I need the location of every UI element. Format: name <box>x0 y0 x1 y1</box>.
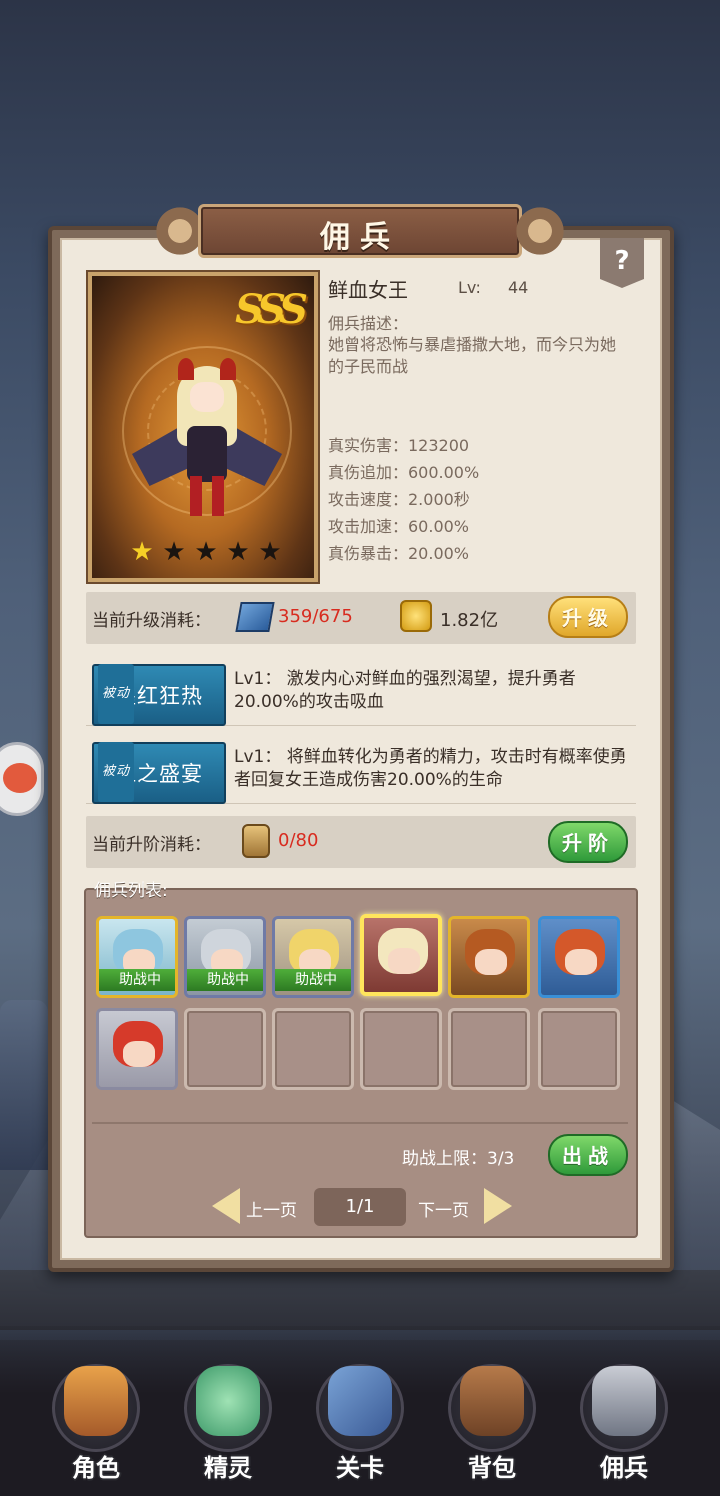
empty-slot <box>184 1008 266 1090</box>
help-button[interactable]: ? <box>600 238 644 288</box>
nav-item-spirit[interactable]: 精灵 <box>168 1348 288 1488</box>
assist-badge: 助战中 <box>187 969 263 991</box>
prev-arrow-icon[interactable] <box>212 1188 240 1224</box>
nav-label: 关卡 <box>336 1454 384 1482</box>
assist-limit-label: 助战上限：3/3 <box>402 1149 515 1169</box>
empty-slot <box>272 1008 354 1090</box>
skill-description: Lv1： 将鲜血转化为勇者的精力，攻击时有概率使勇者回复女王造成伤害20.00%… <box>234 747 627 790</box>
portrait-face <box>565 949 597 975</box>
level-value: 44 <box>508 278 529 297</box>
mercenary-slot[interactable]: 助战中 <box>184 916 266 998</box>
advance-button[interactable]: 升阶 <box>548 821 628 863</box>
horn-right <box>220 358 236 380</box>
mercenary-slot-selected[interactable] <box>360 914 442 996</box>
advance-cost-value: 0/80 <box>278 830 319 851</box>
list-divider <box>92 1122 628 1124</box>
star-rating: ★ ★ ★ ★ ★ <box>128 538 284 566</box>
hero-leg-left <box>190 476 202 516</box>
mercenary-slot[interactable] <box>448 916 530 998</box>
skill-book-icon <box>235 602 275 632</box>
nav-item-mercenary[interactable]: 佣兵 <box>564 1348 684 1488</box>
passive-tag: 被动 <box>98 664 135 724</box>
background-ground <box>0 1270 720 1330</box>
empty-slot <box>360 1008 442 1090</box>
deploy-button[interactable]: 出战 <box>548 1134 628 1176</box>
nav-item-character[interactable]: 角色 <box>36 1348 156 1488</box>
nav-label: 精灵 <box>204 1454 252 1482</box>
skill-description: Lv1： 激发内心对鲜血的强烈渴望，提升勇者20.00%的攻击吸血 <box>234 669 576 712</box>
bottom-nav: 角色 精灵 关卡 背包 佣兵 <box>0 1326 720 1496</box>
skill-button-1[interactable]: 被动 猩红狂热 <box>92 664 226 726</box>
mercenary-slot[interactable] <box>96 1008 178 1090</box>
next-page-button[interactable]: 下一页 <box>418 1196 469 1221</box>
mercenary-slot[interactable]: 助战中 <box>96 916 178 998</box>
fox-mascot-icon <box>3 763 37 793</box>
description-label: 佣兵描述： <box>328 314 409 333</box>
star-empty-icon: ★ <box>194 537 218 567</box>
skill-button-2[interactable]: 被动 血之盛宴 <box>92 742 226 804</box>
slime-spirit-icon <box>196 1366 260 1436</box>
background-hero-silhouette <box>0 1000 48 1170</box>
description-text: 她曾将恐怖与暴虐播撒大地，而今只为她的子民而战 <box>328 335 617 376</box>
portrait-face <box>123 1041 155 1067</box>
portrait-face <box>475 949 507 975</box>
stat-true-damage-bonus: 真伤追加：600.00% <box>328 463 480 482</box>
horn-left <box>178 358 194 380</box>
backpack-icon <box>460 1366 524 1436</box>
hero-body <box>187 426 227 482</box>
blood-queen-figure <box>132 356 282 516</box>
warrior-portrait-icon <box>64 1366 128 1436</box>
nav-label: 背包 <box>468 1454 516 1482</box>
page-title: 佣兵 <box>320 220 400 255</box>
passive-tag: 被动 <box>98 742 135 802</box>
star-empty-icon: ★ <box>226 537 250 567</box>
mercenary-slot[interactable] <box>538 916 620 998</box>
hero-face <box>190 382 224 412</box>
title-banner: 佣兵 <box>150 200 570 262</box>
advance-cost-label: 当前升阶消耗： <box>92 835 211 855</box>
hero-portrait: SSS ★ ★ ★ ★ ★ <box>86 270 320 584</box>
star-empty-icon: ★ <box>258 537 282 567</box>
upgrade-cost-label: 当前升级消耗： <box>92 611 211 631</box>
stat-attack-speed: 攻击速度：2.000秒 <box>328 490 470 509</box>
upgrade-cost-row: 当前升级消耗： 359/675 1.82亿 升级 <box>86 592 636 644</box>
side-event-badge[interactable] <box>0 742 44 816</box>
stat-attack-acceleration: 攻击加速：60.00% <box>328 517 470 536</box>
empty-slot <box>538 1008 620 1090</box>
nav-label: 角色 <box>72 1454 120 1482</box>
advance-material-icon <box>242 824 270 858</box>
skill-row-2: 被动 血之盛宴 Lv1： 将鲜血转化为勇者的精力，攻击时有概率使勇者回复女王造成… <box>86 736 636 804</box>
skill-row-1: 被动 猩红狂热 Lv1： 激发内心对鲜血的强烈渴望，提升勇者20.00%的攻击吸… <box>86 658 636 726</box>
gold-coin-icon <box>400 600 432 632</box>
star-filled-icon: ★ <box>130 537 154 567</box>
book-cost-value: 359/675 <box>278 606 353 627</box>
rank-badge: SSS <box>235 286 308 333</box>
hero-name: 鲜血女王 <box>328 278 408 302</box>
empty-slot <box>448 1008 530 1090</box>
star-empty-icon: ★ <box>162 537 186 567</box>
crossed-swords-icon <box>328 1366 392 1436</box>
mercenary-list-label: 佣兵列表: <box>94 881 168 901</box>
stat-true-crit: 真伤暴击：20.00% <box>328 544 470 563</box>
prev-page-button[interactable]: 上一页 <box>246 1196 297 1221</box>
portrait-face <box>388 948 420 974</box>
gold-cost-value: 1.82亿 <box>440 610 499 631</box>
advance-cost-row: 当前升阶消耗： 0/80 升阶 <box>86 816 636 868</box>
mercenary-slot[interactable]: 助战中 <box>272 916 354 998</box>
hero-leg-right <box>212 476 224 516</box>
knight-helmet-icon <box>592 1366 656 1436</box>
assist-badge: 助战中 <box>99 969 175 991</box>
page-indicator: 1/1 <box>314 1188 406 1226</box>
nav-label: 佣兵 <box>600 1454 648 1482</box>
nav-item-backpack[interactable]: 背包 <box>432 1348 552 1488</box>
assist-badge: 助战中 <box>275 969 351 991</box>
nav-item-stage[interactable]: 关卡 <box>300 1348 420 1488</box>
upgrade-button[interactable]: 升级 <box>548 596 628 638</box>
level-label: Lv: <box>458 278 481 297</box>
stat-true-damage: 真实伤害：123200 <box>328 436 470 455</box>
next-arrow-icon[interactable] <box>484 1188 512 1224</box>
